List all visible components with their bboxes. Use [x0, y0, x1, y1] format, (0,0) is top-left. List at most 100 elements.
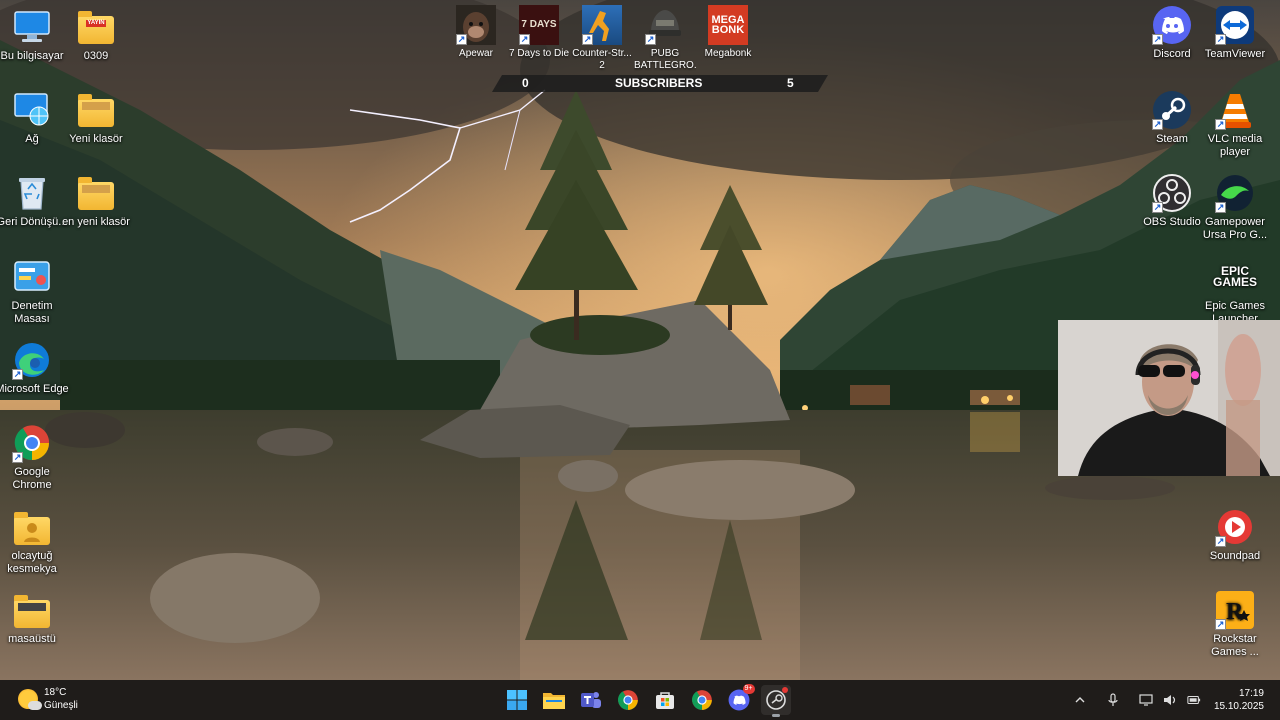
start-button[interactable]: [502, 685, 532, 715]
teams-icon: [580, 692, 601, 708]
epic-games-icon: EPIC GAMES: [1213, 257, 1258, 297]
discord-icon: ↗: [1152, 5, 1192, 45]
shortcut-arrow-icon: ↗: [12, 452, 23, 463]
shortcut-arrow-icon: ↗: [12, 369, 23, 380]
taskbar-chrome[interactable]: [613, 685, 643, 715]
desktop-icon-7-days-to-die[interactable]: 7 DAYS ↗ 7 Days to Die: [508, 5, 570, 60]
system-tray: 17:19 15.10.2025: [1068, 680, 1280, 720]
game-icon-label: PUBG BATTLEGRO...: [634, 48, 696, 71]
network-globe-icon: [12, 90, 52, 130]
weather-widget[interactable]: 18°C Güneşli: [18, 686, 78, 712]
speaker-icon[interactable]: [1163, 693, 1177, 707]
microphone-icon[interactable]: [1106, 693, 1120, 707]
file-explorer-icon: [542, 693, 565, 709]
desktop-icon-rockstar[interactable]: R ↗ Rockstar Games ...: [1198, 590, 1272, 659]
megabonk-icon: MEGA BONK: [708, 5, 748, 45]
desktop-icon-label: Gamepower Ursa Pro G...: [1202, 216, 1268, 241]
edge-icon: ↗: [12, 340, 52, 380]
desktop-icon-teamviewer[interactable]: ↗ TeamViewer: [1198, 5, 1272, 61]
chrome-icon: [617, 690, 638, 710]
recycle-bin-icon: [12, 173, 52, 213]
folder-icon: YAYIN: [76, 7, 116, 47]
desktop-icon-apewar[interactable]: ↗ Apewar: [445, 5, 507, 60]
desktop-icon-label: olcaytuğ kesmekya: [7, 550, 57, 575]
control-panel-icon: [12, 257, 52, 297]
clock-time: 17:19: [1238, 688, 1264, 699]
desktop-icon-pubg[interactable]: ↗ PUBG BATTLEGRO...: [634, 5, 696, 72]
taskbar-teams[interactable]: [576, 685, 606, 715]
taskbar-clock[interactable]: 17:19 15.10.2025: [1214, 687, 1264, 713]
desktop-icon-epic-games[interactable]: EPIC GAMES Epic Games Launcher: [1198, 257, 1272, 326]
epic-games-logo: EPIC GAMES: [1213, 264, 1258, 289]
taskbar-microsoft-store[interactable]: [650, 685, 680, 715]
shortcut-arrow-icon: ↗: [519, 34, 530, 45]
battery-icon[interactable]: [1187, 693, 1201, 707]
desktop-icon-megabonk[interactable]: MEGA BONK Megabonk: [697, 5, 759, 60]
desktop-icon-user-folder[interactable]: olcaytuğ kesmekya: [0, 507, 69, 576]
shortcut-arrow-icon: ↗: [1215, 536, 1226, 547]
shortcut-arrow-icon: ↗: [645, 34, 656, 45]
desktop-icon-masaustu[interactable]: masaüstü: [0, 590, 69, 646]
folder-icon: [76, 173, 116, 213]
counter-strike-icon: ↗: [582, 5, 622, 45]
shortcut-arrow-icon: ↗: [1215, 119, 1226, 130]
folder-icon: [12, 590, 52, 630]
desktop-icon-chrome[interactable]: ↗ Google Chrome: [0, 423, 69, 492]
game-icon-label: Counter-Str... 2: [572, 48, 632, 71]
shortcut-arrow-icon: ↗: [456, 34, 467, 45]
display-icon[interactable]: [1139, 693, 1153, 707]
obs-icon: ↗: [1152, 173, 1192, 213]
taskbar: 18°C Güneşli 9+ 17:19 15.10.2025: [0, 680, 1280, 720]
desktop-icon-label: 0309: [83, 50, 109, 62]
desktop-icon-label: Rockstar Games ...: [1211, 633, 1259, 658]
desktop-icon-edge[interactable]: ↗ Microsoft Edge: [0, 340, 69, 396]
desktop-icon-control-panel[interactable]: Denetim Masası: [0, 257, 69, 326]
steam-icon: ↗: [1152, 90, 1192, 130]
taskbar-pinned-apps: 9+: [498, 684, 794, 717]
svg-text:R: R: [1226, 599, 1244, 625]
shortcut-arrow-icon: ↗: [1152, 34, 1163, 45]
shortcut-arrow-icon: ↗: [1152, 119, 1163, 130]
desktop-icon-label: VLC media player: [1207, 133, 1263, 158]
desktop-icon-vlc[interactable]: ↗ VLC media player: [1198, 90, 1272, 159]
teamviewer-icon: ↗: [1215, 5, 1255, 45]
7days-icon: 7 DAYS ↗: [519, 5, 559, 45]
desktop-icon-label: TeamViewer: [1204, 48, 1266, 60]
desktop-icon-soundpad[interactable]: ↗ Soundpad: [1198, 507, 1272, 563]
game-icon-label: Megabonk: [704, 48, 752, 59]
subscriber-count-goal: 5: [787, 76, 794, 90]
chrome-icon: ↗: [12, 423, 52, 463]
chevron-up-icon[interactable]: [1073, 693, 1087, 707]
weather-condition: Güneşli: [44, 700, 78, 711]
folder-icon: [76, 90, 116, 130]
taskbar-chrome-profile[interactable]: [687, 685, 717, 715]
microsoft-store-icon: [655, 692, 674, 709]
shortcut-arrow-icon: ↗: [1215, 34, 1226, 45]
subscriber-label: SUBSCRIBERS: [615, 76, 703, 90]
game-icon-label: 7 Days to Die: [508, 48, 570, 59]
7days-logo: 7 DAYS: [521, 19, 557, 30]
desktop-icon-gamepower[interactable]: ↗ Gamepower Ursa Pro G...: [1198, 173, 1272, 242]
taskbar-file-explorer[interactable]: [539, 685, 569, 715]
apewar-icon: ↗: [456, 5, 496, 45]
weather-temperature: 18°C: [44, 687, 67, 698]
vlc-icon: ↗: [1215, 90, 1255, 130]
desktop-icon-counter-strike[interactable]: ↗ Counter-Str... 2: [571, 5, 633, 72]
rockstar-icon: R ↗: [1215, 590, 1255, 630]
chrome-icon: [691, 690, 712, 710]
discord-notification-badge: 9+: [742, 684, 755, 694]
desktop-icon-label: Denetim Masası: [11, 300, 53, 325]
shortcut-arrow-icon: ↗: [582, 34, 593, 45]
desktop-icon-folder-0309[interactable]: YAYIN 0309: [59, 7, 133, 63]
desktop-icon-en-yeni-klasor[interactable]: en yeni klasör: [59, 173, 133, 229]
taskbar-discord[interactable]: 9+: [724, 684, 755, 715]
taskbar-steam-active[interactable]: [760, 685, 791, 717]
soundpad-icon: ↗: [1215, 507, 1255, 547]
megabonk-logo: MEGA BONK: [711, 14, 745, 36]
webcam-overlay: [1058, 320, 1280, 476]
desktop-icon-yeni-klasor[interactable]: Yeni klasör: [59, 90, 133, 146]
desktop-icon-label: masaüstü: [8, 633, 56, 645]
subscriber-count-start: 0: [522, 76, 529, 90]
shortcut-arrow-icon: ↗: [1215, 619, 1226, 630]
shortcut-arrow-icon: ↗: [1152, 202, 1163, 213]
